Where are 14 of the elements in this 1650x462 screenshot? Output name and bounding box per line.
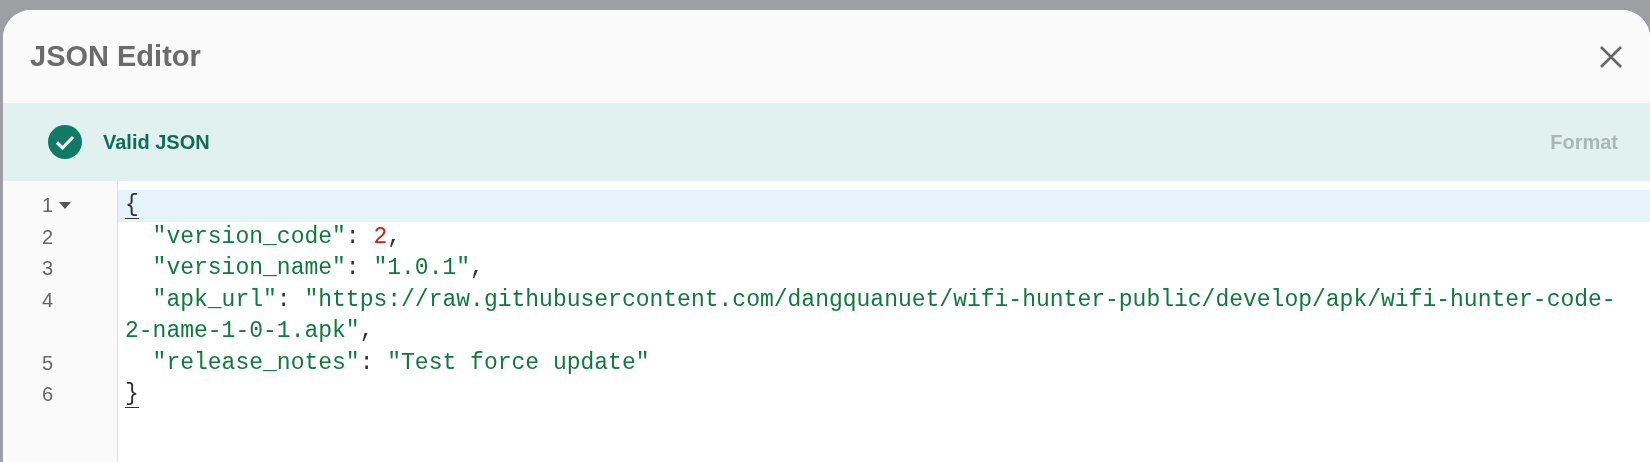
dialog-title: JSON Editor — [30, 38, 201, 74]
line-number: 3 — [40, 256, 53, 281]
line-number: 5 — [40, 350, 53, 376]
code-line: "apk_url": "https://raw.githubusercontent.com/dangquanuet/wifi-hunter-public/develop/apk/wifi-hunter-code-2-name-1-0-1.apk", — [124, 285, 1617, 346]
code-line: "version_name": "1.0.1", — [151, 254, 485, 283]
fold-caret-icon[interactable] — [59, 202, 71, 210]
code-line: "version_code": 2, — [151, 222, 403, 252]
line-number: 6 — [40, 382, 53, 407]
validation-message: Valid JSON — [103, 130, 210, 155]
code-line: "release_notes": "Test force update" — [151, 348, 651, 378]
line-number: 1 — [40, 193, 53, 218]
line-number: 2 — [40, 224, 53, 250]
line-number: 4 — [40, 287, 53, 313]
code-line: } — [124, 380, 140, 410]
